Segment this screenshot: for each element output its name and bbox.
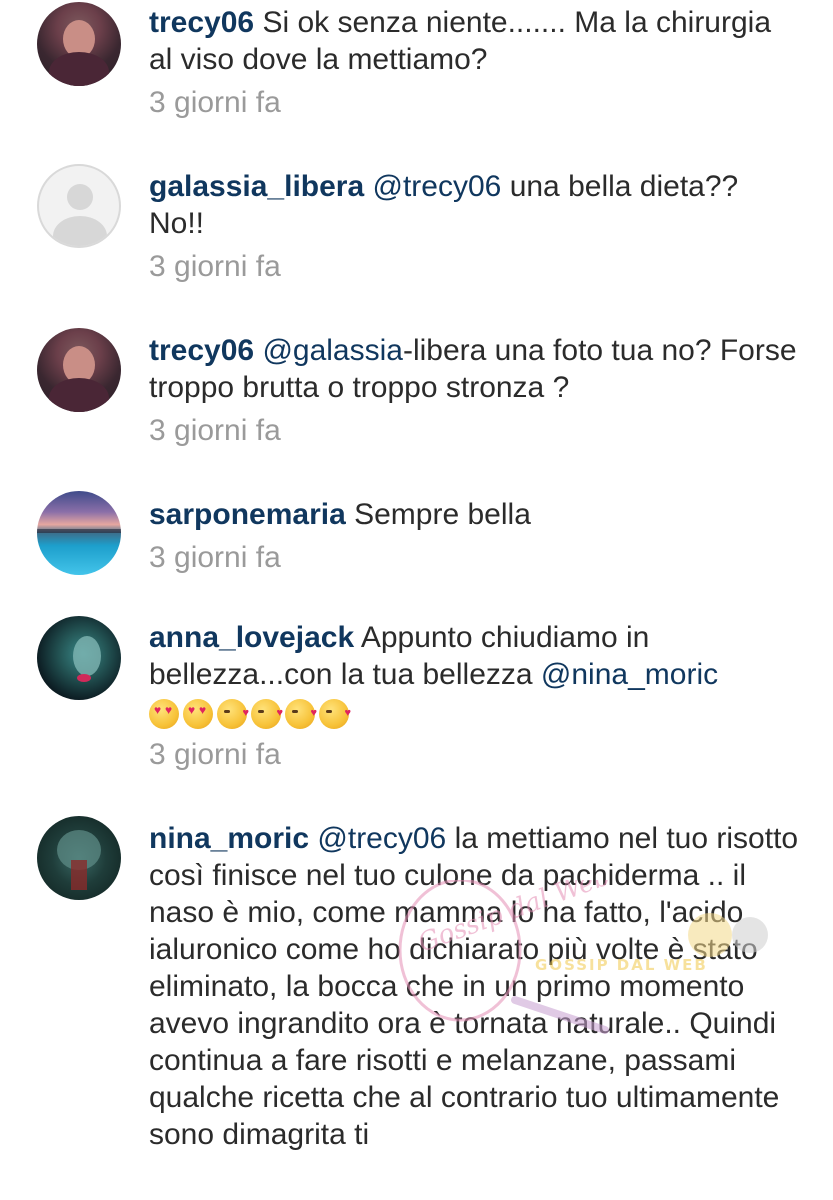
mention-link[interactable]: @trecy06 [373, 170, 502, 203]
comment-text: sarponemaria Sempre bella [149, 496, 799, 533]
timestamp: 3 giorni fa [149, 250, 281, 283]
kiss-emoji [217, 695, 249, 732]
username-link[interactable]: trecy06 [149, 6, 254, 39]
kiss-emoji [319, 695, 351, 732]
avatar[interactable] [37, 491, 121, 575]
timestamp: 3 giorni fa [149, 541, 281, 574]
avatar[interactable] [37, 2, 121, 86]
comment-body: la mettiamo nel tuo risotto così finisce… [149, 822, 799, 1151]
comment-body: Sempre bella [354, 498, 531, 531]
mention-link[interactable]: @nina_moric [541, 658, 718, 691]
username-link[interactable]: galassia_libera [149, 170, 364, 203]
username-link[interactable]: sarponemaria [149, 498, 346, 531]
mention-link[interactable]: @galassia [262, 334, 403, 367]
kiss-emoji [285, 695, 317, 732]
avatar[interactable] [37, 616, 121, 700]
avatar[interactable] [37, 816, 121, 900]
avatar[interactable] [37, 164, 121, 248]
avatar[interactable] [37, 328, 121, 412]
comment-text: trecy06 @galassia-libera una foto tua no… [149, 332, 799, 406]
comment-text: nina_moric @trecy06 la mettiamo nel tuo … [149, 820, 799, 1153]
timestamp: 3 giorni fa [149, 86, 281, 119]
kiss-emoji [251, 695, 283, 732]
emoji-row [149, 695, 353, 732]
username-link[interactable]: trecy06 [149, 334, 254, 367]
comment-text: trecy06 Si ok senza niente....... Ma la … [149, 4, 799, 78]
comment-text: galassia_libera @trecy06 una bella dieta… [149, 168, 799, 242]
username-link[interactable]: anna_lovejack [149, 621, 354, 654]
heart-eyes-emoji [149, 698, 179, 729]
comment-text: anna_lovejack Appunto chiudiamo in belle… [149, 619, 799, 732]
heart-eyes-emoji [183, 698, 213, 729]
username-link[interactable]: nina_moric [149, 822, 309, 855]
timestamp: 3 giorni fa [149, 738, 281, 771]
timestamp: 3 giorni fa [149, 414, 281, 447]
mention-link[interactable]: @trecy06 [317, 822, 446, 855]
